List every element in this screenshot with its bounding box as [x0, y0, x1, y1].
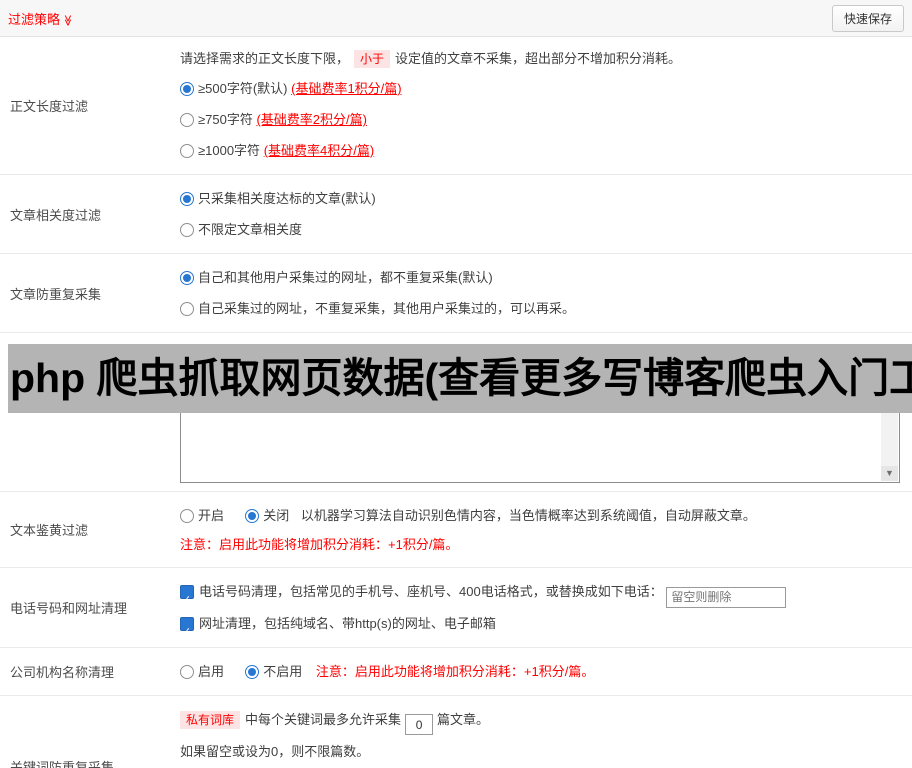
fee-rate-1: (基础费率1积分/篇): [291, 81, 402, 96]
radio-icon[interactable]: [245, 509, 260, 523]
row-label-relevance-filter: 文章相关度过滤: [10, 207, 102, 223]
phone-cleanup-checkbox-option[interactable]: 电话号码清理，包括常见的手机号、座机号、400电话格式，或替换成如下电话：: [180, 584, 666, 616]
row-company-cleanup: 公司机构名称清理 启用 不启用 注意：启用此功能将增加积分消耗：+1积分/篇。: [0, 648, 912, 696]
topbar: 过滤策略≫ 快速保存: [0, 0, 912, 37]
row-dedup-filter: 文章防重复采集 自己和其他用户采集过的网址，都不重复采集(默认) 自己采集过的网…: [0, 254, 912, 333]
row-label-dedup-filter: 文章防重复采集: [10, 286, 102, 302]
fee-rate-2: (基础费率2积分/篇): [256, 112, 367, 127]
row-label-keyword-dedup: 关键词防重复采集: [10, 759, 115, 768]
collapse-chevron-icon: ≫: [61, 14, 74, 26]
radio-icon[interactable]: [180, 192, 194, 206]
row-phone-url-cleanup: 电话号码和网址清理 电话号码清理，包括常见的手机号、座机号、400电话格式，或替…: [0, 568, 912, 648]
length-option-750[interactable]: ≥750字符: [180, 112, 256, 127]
relevance-option-strict[interactable]: 只采集相关度达标的文章(默认): [180, 191, 376, 206]
row-label-porn-filter: 文本鉴黄过滤: [10, 523, 89, 538]
quick-save-button[interactable]: 快速保存: [831, 4, 904, 32]
radio-icon[interactable]: [180, 271, 194, 285]
checkbox-icon[interactable]: [180, 616, 194, 648]
porn-filter-on-option[interactable]: 开启: [180, 508, 228, 523]
radio-icon[interactable]: [245, 664, 260, 679]
page-title-text: 过滤策略: [8, 11, 61, 27]
scroll-down-icon[interactable]: ▼: [881, 466, 898, 481]
length-option-1000[interactable]: ≥1000字符: [180, 143, 264, 158]
porn-filter-note: 注意：启用此功能将增加积分消耗：+1积分/篇。: [180, 537, 459, 552]
radio-icon[interactable]: [180, 113, 194, 127]
page-title[interactable]: 过滤策略≫: [8, 9, 74, 28]
max-articles-count-input[interactable]: [405, 714, 434, 735]
company-cleanup-note: 注意：启用此功能将增加积分消耗：+1积分/篇。: [315, 663, 595, 679]
length-filter-intro: 请选择需求的正文长度下限， 小于 设定值的文章不采集，超出部分不增加积分消耗。: [180, 50, 682, 68]
company-cleanup-off-option[interactable]: 不启用: [245, 664, 306, 679]
row-label-length-filter: 正文长度过滤: [10, 99, 89, 114]
drag-overlay-text: php 爬虫抓取网页数据(查看更多写博客爬虫入门工具: [8, 344, 912, 413]
keyword-dedup-line2: 如果留空或设为0，则不限篇数。: [180, 743, 370, 759]
row-keyword-dedup: 关键词防重复采集 私有词库中每个关键词最多允许采集篇文章。 如果留空或设为0，则…: [0, 696, 912, 768]
company-cleanup-on-option[interactable]: 启用: [180, 664, 228, 679]
fee-rate-4: (基础费率4积分/篇): [263, 143, 375, 158]
row-porn-filter: 文本鉴黄过滤 开启 关闭 以机器学习算法自动识别色情内容，当色情概率达到系统阈值…: [0, 492, 912, 568]
porn-filter-off-option[interactable]: 关闭: [245, 508, 293, 523]
row-relevance-filter: 文章相关度过滤 只采集相关度达标的文章(默认) 不限定文章相关度: [0, 175, 912, 254]
radio-icon[interactable]: [180, 664, 194, 679]
length-option-500[interactable]: ≥500字符(默认): [180, 81, 291, 96]
radio-icon[interactable]: [180, 302, 194, 316]
dedup-option-global[interactable]: 自己和其他用户采集过的网址，都不重复采集(默认): [180, 270, 493, 285]
row-label-company-cleanup: 公司机构名称清理: [10, 664, 115, 680]
checkbox-icon[interactable]: [180, 585, 194, 616]
relevance-option-any[interactable]: 不限定文章相关度: [180, 222, 302, 237]
replacement-phone-input[interactable]: [666, 586, 787, 608]
dedup-option-self-only[interactable]: 自己采集过的网址，不重复采集，其他用户采集过的，可以再采。: [180, 301, 575, 316]
radio-icon[interactable]: [180, 509, 194, 523]
url-cleanup-checkbox-option[interactable]: 网址清理，包括纯域名、带http(s)的网址、电子邮箱: [180, 616, 496, 648]
porn-filter-desc: 以机器学习算法自动识别色情内容，当色情概率达到系统阈值，自动屏蔽文章。: [300, 508, 756, 523]
private-lexicon-badge: 私有词库: [180, 710, 241, 729]
radio-icon[interactable]: [180, 223, 194, 237]
less-than-badge: 小于: [354, 50, 391, 68]
radio-icon[interactable]: [180, 82, 194, 96]
radio-icon[interactable]: [180, 144, 194, 158]
row-label-phone-url-cleanup: 电话号码和网址清理: [10, 600, 128, 616]
row-length-filter: 正文长度过滤 请选择需求的正文长度下限， 小于 设定值的文章不采集，超出部分不增加积…: [0, 37, 912, 175]
